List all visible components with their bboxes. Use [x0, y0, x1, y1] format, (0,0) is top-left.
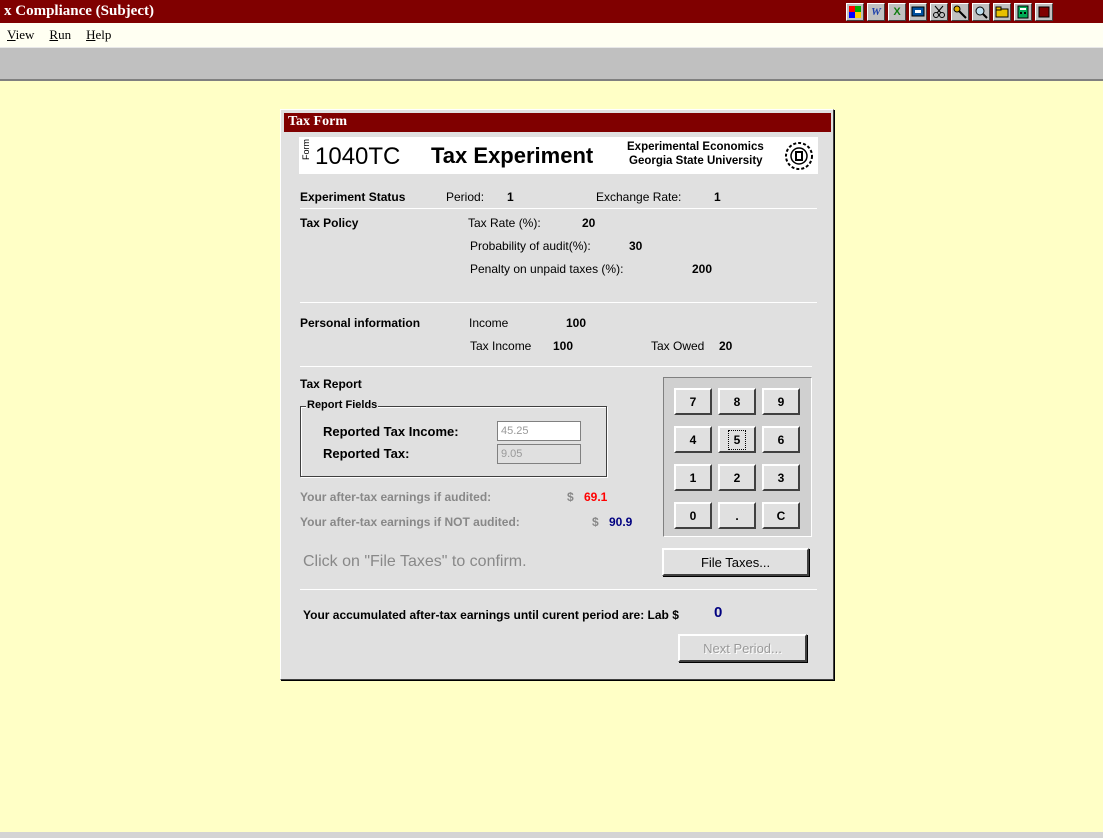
reported-tax-input: [497, 444, 581, 464]
file-instruction: Click on "File Taxes" to confirm.: [303, 553, 527, 570]
form-label: Form: [301, 139, 311, 160]
income-label: Income: [469, 316, 509, 330]
tax-owed-value: 20: [719, 339, 733, 353]
personal-heading: Personal information: [300, 316, 421, 330]
org-line-2: Georgia State University: [629, 155, 763, 167]
reported-income-input[interactable]: [497, 421, 581, 441]
tax-form-window: Tax Form Form 1040TC Tax Experiment Expe…: [280, 109, 834, 680]
tax-income-label: Tax Income: [470, 339, 532, 353]
app-tray-icon[interactable]: [846, 3, 864, 21]
file-taxes-button[interactable]: File Taxes...: [662, 548, 809, 576]
app-title: x Compliance (Subject): [4, 3, 154, 19]
key-icon[interactable]: [951, 3, 969, 21]
key-6[interactable]: 6: [762, 426, 800, 453]
divider-policy: [300, 302, 817, 303]
key-0[interactable]: 0: [674, 502, 712, 529]
tax-income-value: 100: [553, 339, 574, 353]
divider-personal: [300, 366, 812, 367]
income-value: 100: [566, 316, 587, 330]
status-bar: [0, 832, 1103, 838]
audited-currency: $: [567, 490, 574, 504]
key-8[interactable]: 8: [718, 388, 756, 415]
toolbar: [0, 47, 1103, 81]
calculator-icon[interactable]: [1014, 3, 1032, 21]
org-line-1: Experimental Economics: [627, 141, 764, 153]
form-banner: Form 1040TC Tax Experiment Experimental …: [299, 137, 818, 174]
form-number: 1040TC: [315, 143, 401, 170]
report-fields-group: Report Fields: [300, 399, 607, 477]
next-period-button: Next Period...: [678, 634, 807, 662]
period-value: 1: [507, 190, 514, 204]
menu-bar: View Run Help: [0, 23, 1103, 47]
period-label: Period:: [446, 190, 485, 204]
divider-file: [300, 589, 817, 590]
divider-status: [300, 208, 817, 209]
exchange-rate-label: Exchange Rate:: [596, 190, 682, 204]
accumulated-earnings-label: Your accumulated after-tax earnings unti…: [303, 608, 679, 622]
audit-probability-label: Probability of audit(%):: [470, 239, 591, 253]
key-5[interactable]: 5: [718, 426, 756, 453]
numeric-keypad: 7 8 9 4 5 6 1 2 3 0 . C: [663, 377, 812, 537]
folder-icon[interactable]: [993, 3, 1011, 21]
extra-tray-icon[interactable]: [1035, 3, 1053, 21]
not-audited-currency: $: [592, 515, 599, 529]
key-clear[interactable]: C: [762, 502, 800, 529]
not-audited-earnings-value: 90.9: [609, 515, 633, 529]
irs-seal-icon: [785, 142, 813, 170]
audited-earnings-label: Your after-tax earnings if audited:: [300, 490, 492, 504]
screen-icon[interactable]: [909, 3, 927, 21]
form-name: Tax Experiment: [431, 143, 594, 168]
key-1[interactable]: 1: [674, 464, 712, 491]
key-2[interactable]: 2: [718, 464, 756, 491]
menu-view[interactable]: View: [0, 27, 42, 43]
system-tray: W X: [846, 3, 1053, 21]
menu-help[interactable]: Help: [79, 27, 119, 43]
key-4[interactable]: 4: [674, 426, 712, 453]
penalty-value: 200: [692, 262, 713, 276]
key-7[interactable]: 7: [674, 388, 712, 415]
key-3[interactable]: 3: [762, 464, 800, 491]
reported-income-label: Reported Tax Income:: [323, 424, 459, 439]
tax-form-title: Tax Form: [284, 113, 831, 132]
app-titlebar: x Compliance (Subject) W X: [0, 0, 1103, 23]
key-decimal[interactable]: .: [718, 502, 756, 529]
exchange-rate-value: 1: [714, 190, 721, 204]
menu-run[interactable]: Run: [42, 27, 79, 43]
tax-owed-label: Tax Owed: [651, 339, 705, 353]
audit-probability-value: 30: [629, 239, 643, 253]
word-icon[interactable]: W: [867, 3, 885, 21]
penalty-label: Penalty on unpaid taxes (%):: [470, 262, 624, 276]
audited-earnings-value: 69.1: [584, 490, 608, 504]
accumulated-earnings-value: 0: [714, 604, 723, 621]
key-9[interactable]: 9: [762, 388, 800, 415]
status-heading: Experiment Status: [300, 190, 406, 204]
magnifier-icon[interactable]: [972, 3, 990, 21]
scissors-icon[interactable]: [930, 3, 948, 21]
report-fields-label: Report Fields: [306, 399, 379, 411]
excel-icon[interactable]: X: [888, 3, 906, 21]
report-heading: Tax Report: [300, 377, 362, 391]
tax-rate-value: 20: [582, 216, 596, 230]
not-audited-earnings-label: Your after-tax earnings if NOT audited:: [300, 515, 520, 529]
tax-rate-label: Tax Rate (%):: [468, 216, 541, 230]
policy-heading: Tax Policy: [300, 216, 359, 230]
reported-tax-label: Reported Tax:: [323, 446, 410, 461]
